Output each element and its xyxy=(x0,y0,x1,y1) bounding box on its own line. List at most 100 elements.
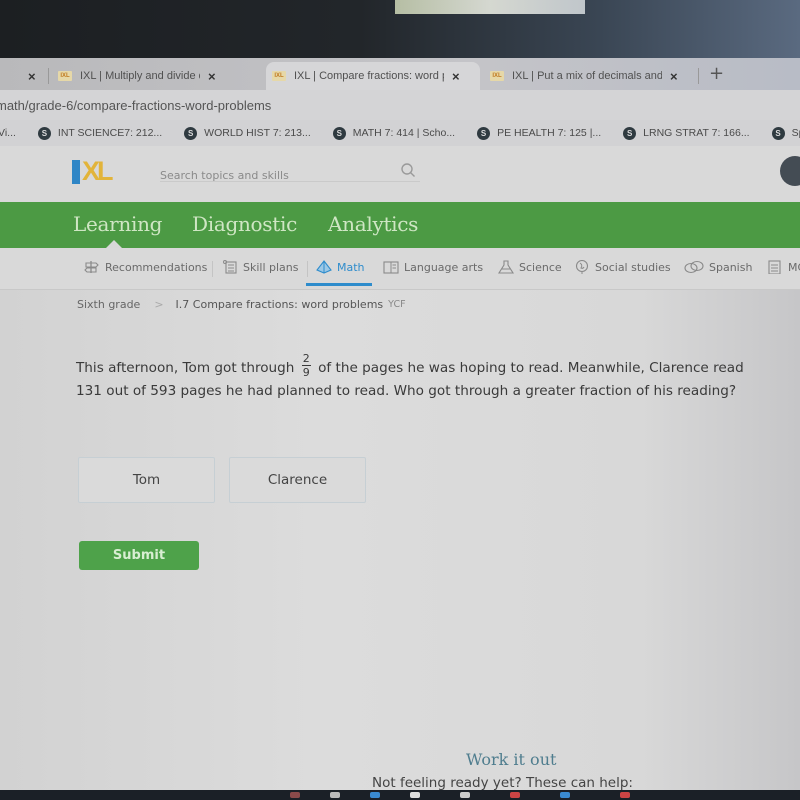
search-box xyxy=(160,162,420,182)
tab-decimals-fractions-mix[interactable]: IXL IXL | Put a mix of decimals and frac… xyxy=(484,62,678,90)
bookmark-label: PE HEALTH 7: 125 |... xyxy=(497,127,602,139)
subject-social-studies[interactable]: Social studies xyxy=(574,260,671,274)
signpost-icon xyxy=(84,261,99,273)
ixl-logo[interactable]: XL xyxy=(72,156,142,186)
site-header: XL xyxy=(0,146,800,202)
schoology-icon: S xyxy=(477,126,491,140)
active-subject-underline xyxy=(306,283,372,286)
fraction-denominator: 9 xyxy=(302,365,310,379)
bookmark-item[interactable]: S MATH 7: 414 | Scho... xyxy=(332,126,456,140)
bookmark-item[interactable]: S INT SCIENCE7: 212... xyxy=(37,126,163,140)
search-icon[interactable] xyxy=(400,162,416,178)
tab-previous[interactable]: × xyxy=(20,62,36,90)
close-tab-icon[interactable]: × xyxy=(670,69,678,84)
subject-label: MC xyxy=(788,260,800,274)
url-text[interactable]: math/grade-6/compare-fractions-word-prob… xyxy=(0,98,271,113)
choice-clarence[interactable]: Clarence xyxy=(229,457,366,503)
tab-divider xyxy=(698,68,699,84)
subject-spanish[interactable]: Spanish xyxy=(684,260,752,274)
schoology-icon: S xyxy=(184,126,198,140)
close-tab-icon[interactable]: × xyxy=(208,69,216,84)
close-tab-icon[interactable]: × xyxy=(28,69,36,84)
user-avatar[interactable] xyxy=(780,156,800,186)
bookmark-label: MATH 7: 414 | Scho... xyxy=(352,127,456,139)
bookmark-label: Speech Strat xyxy=(791,127,800,139)
taskbar-app-icon[interactable] xyxy=(370,792,380,798)
taskbar-app-icon[interactable] xyxy=(410,792,420,798)
bookmark-item[interactable]: S LRNG STRAT 7: 166... xyxy=(623,126,750,140)
taskbar-app-icon[interactable] xyxy=(620,792,630,798)
subject-recommendations[interactable]: Recommendations xyxy=(84,260,207,274)
book-icon xyxy=(383,261,399,274)
ixl-favicon-icon: IXL xyxy=(490,71,504,81)
taskbar xyxy=(0,790,800,800)
breadcrumb-skill: I.7 Compare fractions: word problems xyxy=(175,298,384,311)
subject-skill-plans[interactable]: Skill plans xyxy=(222,260,299,274)
speech-bubbles-icon xyxy=(684,260,704,274)
subject-science[interactable]: Science xyxy=(498,260,562,274)
bookmarks-bar: Vi... S INT SCIENCE7: 212... S WORLD HIS… xyxy=(0,120,800,146)
breadcrumb-grade[interactable]: Sixth grade xyxy=(77,298,140,311)
subject-math[interactable]: Math xyxy=(316,260,365,274)
taskbar-app-icon[interactable] xyxy=(510,792,520,798)
subject-label: Science xyxy=(519,260,562,274)
tab-title: IXL | Multiply and divide decimals xyxy=(80,70,200,82)
schoology-icon: S xyxy=(332,126,346,140)
bookmark-item[interactable]: Vi... xyxy=(0,127,16,139)
fraction-numerator: 2 xyxy=(301,351,311,366)
tab-divider xyxy=(48,68,49,84)
nav-learning[interactable]: Learning xyxy=(73,212,162,236)
logo-i-bar xyxy=(72,160,80,184)
taskbar-app-icon[interactable] xyxy=(290,792,300,798)
nav-analytics[interactable]: Analytics xyxy=(328,212,418,236)
bookmark-item[interactable]: S Speech Strat xyxy=(771,126,800,140)
submit-button[interactable]: Submit xyxy=(79,541,199,570)
bookmark-label: Vi... xyxy=(0,127,16,139)
bookmark-label: INT SCIENCE7: 212... xyxy=(57,127,163,139)
new-tab-button[interactable]: + xyxy=(709,63,724,84)
subject-label: Skill plans xyxy=(243,260,299,274)
search-input[interactable] xyxy=(160,169,390,182)
subject-nav: Recommendations Skill plans Math Languag… xyxy=(0,248,800,290)
choice-tom[interactable]: Tom xyxy=(78,457,215,503)
subject-label: Recommendations xyxy=(105,260,208,274)
chevron-right-icon: > xyxy=(154,298,164,311)
question-text-before: This afternoon, Tom got through xyxy=(76,360,295,376)
tab-title: IXL | Put a mix of decimals and fraction… xyxy=(512,70,662,82)
help-subtitle: Not feeling ready yet? These can help: xyxy=(372,775,633,791)
tab-compare-fractions[interactable]: IXL IXL | Compare fractions: word proble… xyxy=(266,62,480,90)
list-icon xyxy=(768,260,781,274)
close-tab-icon[interactable]: × xyxy=(452,69,460,84)
tab-strip: × IXL IXL | Multiply and divide decimals… xyxy=(0,58,800,90)
address-bar[interactable]: math/grade-6/compare-fractions-word-prob… xyxy=(0,90,800,120)
browser-window: × IXL IXL | Multiply and divide decimals… xyxy=(0,58,800,800)
tab-title: IXL | Compare fractions: word problems xyxy=(294,70,444,82)
subject-language-arts[interactable]: Language arts xyxy=(383,260,483,274)
logo-text: XL xyxy=(82,156,113,186)
breadcrumb: Sixth grade > I.7 Compare fractions: wor… xyxy=(77,298,406,311)
tab-multiply-divide-decimals[interactable]: IXL IXL | Multiply and divide decimals × xyxy=(52,62,216,90)
flask-icon xyxy=(498,260,514,274)
bookmark-item[interactable]: S WORLD HIST 7: 213... xyxy=(184,126,311,140)
answer-choices: Tom Clarence xyxy=(78,457,366,503)
subject-label: Spanish xyxy=(709,260,753,274)
taskbar-app-icon[interactable] xyxy=(330,792,340,798)
subject-label: Social studies xyxy=(595,260,671,274)
ixl-favicon-icon: IXL xyxy=(272,71,286,81)
pyramid-icon xyxy=(316,260,332,274)
schoology-icon: S xyxy=(623,126,637,140)
screen-glare xyxy=(395,0,585,14)
taskbar-app-icon[interactable] xyxy=(460,792,470,798)
bookmark-item[interactable]: S PE HEALTH 7: 125 |... xyxy=(477,126,602,140)
nav-diagnostic[interactable]: Diagnostic xyxy=(192,212,297,236)
main-nav: Learning Diagnostic Analytics xyxy=(0,202,800,248)
skill-code: YCF xyxy=(388,299,406,310)
fraction: 2 9 xyxy=(301,351,311,379)
active-nav-caret xyxy=(106,240,122,248)
schoology-icon: S xyxy=(37,126,51,140)
subject-more[interactable]: MC xyxy=(767,260,800,274)
bookmark-label: LRNG STRAT 7: 166... xyxy=(643,127,750,139)
globe-icon xyxy=(575,260,589,274)
question-text: This afternoon, Tom got through 2 9 of t… xyxy=(76,353,756,403)
taskbar-app-icon[interactable] xyxy=(560,792,570,798)
